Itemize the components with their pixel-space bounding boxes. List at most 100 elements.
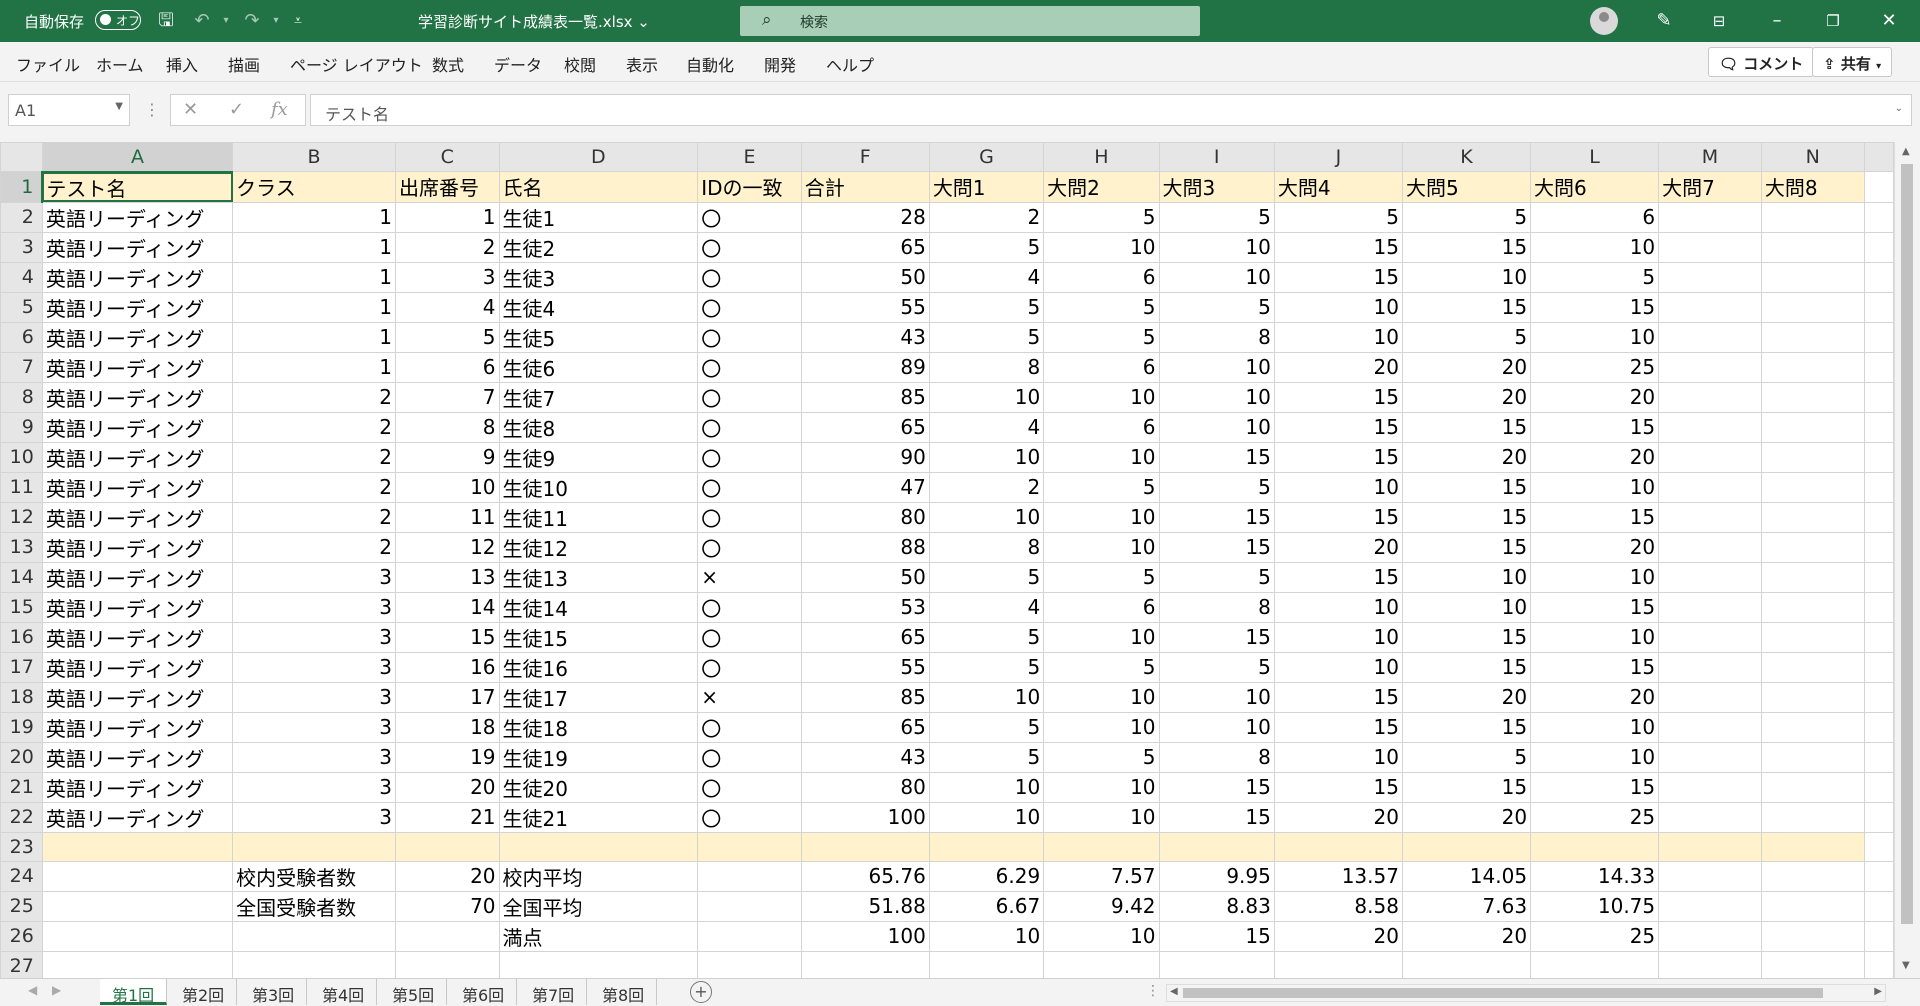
cell[interactable]: 10 <box>928 771 1045 803</box>
cell-table[interactable]: ABCDEFGHIJKLMN 1 テスト名 クラス 出席番号 氏名 IDの一致 合計 大問1 大… <box>0 142 1894 978</box>
column-header-b[interactable]: B <box>232 142 397 172</box>
cell[interactable] <box>1760 561 1865 593</box>
menu-view[interactable]: 表示 <box>626 52 658 76</box>
menu-data[interactable]: データ <box>494 52 542 76</box>
cell[interactable]: 18 <box>395 711 500 743</box>
cell[interactable]: 65 <box>800 621 930 653</box>
cell[interactable] <box>697 890 802 922</box>
cell[interactable]: 10 <box>1158 351 1275 383</box>
cell[interactable] <box>1760 411 1865 443</box>
cell[interactable]: 生徒12 <box>498 531 699 563</box>
cell[interactable] <box>1760 231 1865 263</box>
cell[interactable]: 12 <box>395 531 500 563</box>
cell[interactable]: 20 <box>1401 441 1532 473</box>
cell[interactable]: 生徒10 <box>498 471 699 503</box>
cell[interactable]: 65 <box>800 711 930 743</box>
cell[interactable] <box>1863 801 1894 833</box>
cell[interactable]: 10 <box>1158 261 1275 293</box>
cell[interactable]: 3 <box>232 711 397 743</box>
cell[interactable] <box>928 831 1045 862</box>
cell[interactable]: 15 <box>1158 531 1275 563</box>
cell[interactable]: 1 <box>232 321 397 353</box>
cell[interactable]: 100 <box>800 801 930 833</box>
cell[interactable] <box>1863 621 1894 653</box>
cell[interactable]: 10.75 <box>1530 890 1660 922</box>
cell[interactable]: 10 <box>928 920 1045 952</box>
cell[interactable] <box>928 950 1045 978</box>
cell[interactable]: 5 <box>1158 561 1275 593</box>
redo-icon[interactable]: ↷ <box>240 9 264 33</box>
cell[interactable]: 〇 <box>697 501 802 533</box>
cell[interactable]: 15 <box>1530 651 1660 683</box>
cell[interactable]: 1 <box>232 201 397 233</box>
cell[interactable]: 5 <box>1158 651 1275 683</box>
cell[interactable]: 英語リーディング <box>41 471 234 503</box>
cell[interactable]: 15 <box>1158 501 1275 533</box>
cell[interactable] <box>1658 261 1762 293</box>
tab-split-handle[interactable]: ⋮ <box>1146 983 1160 999</box>
cell[interactable]: 50 <box>800 561 930 593</box>
cell[interactable] <box>1658 471 1762 503</box>
cell[interactable]: 15 <box>1401 771 1532 803</box>
cell[interactable]: 生徒7 <box>498 381 699 413</box>
column-header-k[interactable]: K <box>1401 142 1532 172</box>
cell[interactable] <box>1658 621 1762 653</box>
cell[interactable] <box>1658 411 1762 443</box>
cell[interactable]: 6 <box>395 351 500 383</box>
cell[interactable]: 英語リーディング <box>41 561 234 593</box>
cell[interactable]: 校内受験者数 <box>232 860 397 892</box>
cell[interactable] <box>1760 351 1865 383</box>
cell[interactable]: 20 <box>1273 351 1403 383</box>
cell[interactable]: 15 <box>1401 231 1532 263</box>
cell[interactable]: 10 <box>1043 920 1160 952</box>
cell[interactable] <box>1863 441 1894 473</box>
cell[interactable]: 3 <box>232 621 397 653</box>
cell[interactable]: 2 <box>928 201 1045 233</box>
cell[interactable]: 5 <box>1401 741 1532 773</box>
cell[interactable] <box>1401 831 1532 862</box>
cell[interactable] <box>1658 291 1762 323</box>
cell[interactable] <box>1760 831 1865 862</box>
sheet-tab-7[interactable]: 第7回 <box>520 979 588 1005</box>
account-avatar[interactable] <box>1590 7 1618 35</box>
cell[interactable]: 10 <box>1273 651 1403 683</box>
cell[interactable]: 65 <box>800 411 930 443</box>
cell[interactable]: 生徒9 <box>498 441 699 473</box>
cell[interactable]: 20 <box>1530 681 1660 713</box>
cell[interactable]: 10 <box>1530 711 1660 743</box>
insert-function-icon[interactable]: fx <box>271 99 288 120</box>
column-header-f[interactable]: F <box>800 142 930 172</box>
cell[interactable]: 〇 <box>697 621 802 653</box>
cell[interactable]: 4 <box>928 261 1045 293</box>
cell[interactable]: 100 <box>800 920 930 952</box>
formula-input[interactable]: テスト名 ⌄ <box>310 94 1912 126</box>
cell[interactable] <box>1658 741 1762 773</box>
cell[interactable]: 10 <box>1530 621 1660 653</box>
cell[interactable]: 5 <box>1158 291 1275 323</box>
scroll-up-icon[interactable]: ▲ <box>1902 146 1910 157</box>
cell[interactable]: 生徒15 <box>498 621 699 653</box>
cell[interactable] <box>1658 890 1762 922</box>
cell[interactable]: 65 <box>800 231 930 263</box>
row-header[interactable]: 18 <box>0 681 43 713</box>
row-header[interactable]: 13 <box>0 531 43 563</box>
close-icon[interactable]: ✕ <box>1866 6 1912 36</box>
cell[interactable]: 43 <box>800 321 930 353</box>
cell[interactable]: 10 <box>1273 291 1403 323</box>
cell[interactable]: 〇 <box>697 591 802 623</box>
scroll-left-icon[interactable]: ◀ <box>1170 986 1178 997</box>
cell[interactable]: 生徒4 <box>498 291 699 323</box>
cell[interactable]: 8 <box>928 351 1045 383</box>
cell[interactable]: 21 <box>395 801 500 833</box>
cell[interactable] <box>1760 651 1865 683</box>
ribbon-display-icon[interactable]: ⊟ <box>1696 6 1742 36</box>
cell[interactable]: 5 <box>1530 261 1660 293</box>
cell[interactable]: 10 <box>1273 741 1403 773</box>
menu-formulas[interactable]: 数式 <box>432 52 464 76</box>
cell[interactable]: 10 <box>1043 501 1160 533</box>
cell[interactable]: 80 <box>800 501 930 533</box>
cell[interactable]: 英語リーディング <box>41 771 234 803</box>
cell[interactable]: 英語リーディング <box>41 711 234 743</box>
cell[interactable] <box>1760 950 1865 978</box>
cell[interactable] <box>1863 831 1894 862</box>
